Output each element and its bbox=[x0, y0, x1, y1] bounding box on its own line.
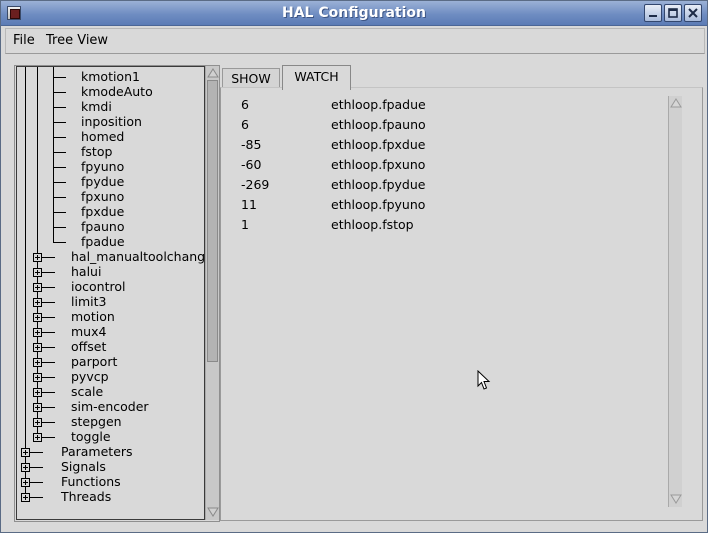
mouse-cursor-icon bbox=[477, 370, 491, 390]
tree-connector bbox=[53, 167, 66, 168]
expand-icon[interactable] bbox=[33, 433, 42, 442]
tree-item[interactable]: scale bbox=[71, 384, 103, 399]
minimize-icon bbox=[649, 15, 657, 17]
hal-configuration-window: HAL Configuration File Tree View kmotion… bbox=[0, 0, 708, 533]
watch-pin-name: ethloop.fpyuno bbox=[331, 197, 426, 212]
tree-item[interactable]: stepgen bbox=[71, 414, 122, 429]
expand-icon[interactable] bbox=[33, 373, 42, 382]
tab-watch[interactable]: WATCH bbox=[282, 65, 351, 90]
tree-connector bbox=[53, 182, 66, 183]
title-bar[interactable]: HAL Configuration bbox=[1, 1, 707, 26]
menu-tree-view[interactable]: Tree View bbox=[46, 33, 108, 48]
expand-icon[interactable] bbox=[33, 298, 42, 307]
maximize-icon bbox=[668, 8, 678, 18]
tree-item[interactable]: fpauno bbox=[81, 219, 125, 234]
tree-connector bbox=[53, 242, 66, 243]
watch-value: -85 bbox=[241, 137, 262, 152]
expand-icon[interactable] bbox=[21, 463, 30, 472]
tree-item[interactable]: fpxdue bbox=[81, 204, 124, 219]
expand-icon[interactable] bbox=[33, 343, 42, 352]
tree-item[interactable]: sim-encoder bbox=[71, 399, 149, 414]
tree-connector bbox=[53, 122, 66, 123]
scroll-up-arrow-icon[interactable] bbox=[207, 67, 219, 79]
tree-connector bbox=[25, 67, 26, 497]
tree-item[interactable]: homed bbox=[81, 129, 124, 144]
tree-item[interactable]: offset bbox=[71, 339, 106, 354]
tree-connector bbox=[53, 107, 66, 108]
expand-icon[interactable] bbox=[33, 403, 42, 412]
tree-item[interactable]: pyvcp bbox=[71, 369, 109, 384]
expand-icon[interactable] bbox=[33, 388, 42, 397]
watch-scrollbar[interactable] bbox=[668, 96, 682, 507]
minimize-button[interactable] bbox=[644, 4, 662, 22]
tree-item[interactable]: fpyuno bbox=[81, 159, 124, 174]
tree-item[interactable]: halui bbox=[71, 264, 101, 279]
expand-icon[interactable] bbox=[33, 328, 42, 337]
tree-item[interactable]: hal_manualtoolchange bbox=[71, 249, 204, 264]
tree-item[interactable]: fpxuno bbox=[81, 189, 124, 204]
tree-item[interactable]: mux4 bbox=[71, 324, 106, 339]
expand-icon[interactable] bbox=[33, 253, 42, 262]
watch-panel: 6 ethloop.fpadue 6 ethloop.fpauno -85 ethloop… bbox=[220, 87, 703, 521]
tree-connector bbox=[53, 77, 66, 78]
tree-item[interactable]: kmdi bbox=[81, 99, 112, 114]
tree-item[interactable]: toggle bbox=[71, 429, 111, 444]
scroll-down-arrow-icon[interactable] bbox=[207, 506, 219, 518]
tree-item[interactable]: Parameters bbox=[61, 444, 133, 459]
watch-value: 1 bbox=[241, 217, 249, 232]
watch-value: 11 bbox=[241, 197, 257, 212]
expand-icon[interactable] bbox=[33, 283, 42, 292]
tree-item[interactable]: inposition bbox=[81, 114, 142, 129]
tree-connector bbox=[53, 152, 66, 153]
tree-item[interactable]: kmotion1 bbox=[81, 69, 140, 84]
expand-icon[interactable] bbox=[33, 313, 42, 322]
watch-pin-name: ethloop.fpydue bbox=[331, 177, 426, 192]
tree-connector bbox=[53, 197, 66, 198]
watch-pin-name: ethloop.fstop bbox=[331, 217, 414, 232]
menu-bar: File Tree View bbox=[5, 28, 705, 54]
tree-item[interactable]: fpadue bbox=[81, 234, 125, 249]
watch-value: -60 bbox=[241, 157, 262, 172]
tree-item[interactable]: parport bbox=[71, 354, 117, 369]
close-button[interactable] bbox=[684, 4, 702, 22]
close-icon bbox=[688, 8, 698, 18]
tree-item[interactable]: motion bbox=[71, 309, 115, 324]
tree-connector bbox=[53, 92, 66, 93]
expand-icon[interactable] bbox=[21, 448, 30, 457]
watch-pin-name: ethloop.fpauno bbox=[331, 117, 426, 132]
expand-icon[interactable] bbox=[33, 358, 42, 367]
watch-value: 6 bbox=[241, 97, 249, 112]
tree-item[interactable]: Functions bbox=[61, 474, 121, 489]
tree-connector bbox=[53, 137, 66, 138]
watch-pin-name: ethloop.fpxdue bbox=[331, 137, 426, 152]
tree-scrollbar[interactable] bbox=[205, 66, 219, 520]
hal-tree[interactable]: kmotion1 kmodeAuto kmdi inposition homed fsto… bbox=[16, 66, 205, 520]
watch-pin-name: ethloop.fpadue bbox=[331, 97, 426, 112]
expand-icon[interactable] bbox=[33, 268, 42, 277]
tree-connector bbox=[53, 212, 66, 213]
tree-item[interactable]: fpydue bbox=[81, 174, 124, 189]
tree-item[interactable]: kmodeAuto bbox=[81, 84, 153, 99]
tree-item[interactable]: limit3 bbox=[71, 294, 106, 309]
expand-icon[interactable] bbox=[21, 493, 30, 502]
scroll-up-arrow-icon[interactable] bbox=[670, 97, 682, 109]
scroll-down-arrow-icon[interactable] bbox=[670, 493, 682, 505]
tree-scroll-thumb[interactable] bbox=[207, 80, 218, 362]
maximize-button[interactable] bbox=[664, 4, 682, 22]
tree-item[interactable]: iocontrol bbox=[71, 279, 125, 294]
expand-icon[interactable] bbox=[21, 478, 30, 487]
menu-file[interactable]: File bbox=[13, 33, 35, 48]
tree-connector bbox=[53, 67, 54, 242]
watch-value: -269 bbox=[241, 177, 270, 192]
watch-pin-name: ethloop.fpxuno bbox=[331, 157, 426, 172]
tree-item[interactable]: fstop bbox=[81, 144, 112, 159]
tree-item[interactable]: Signals bbox=[61, 459, 106, 474]
tree-connector bbox=[53, 227, 66, 228]
watch-value: 6 bbox=[241, 117, 249, 132]
tree-item[interactable]: Threads bbox=[61, 489, 111, 504]
window-title: HAL Configuration bbox=[282, 5, 426, 21]
expand-icon[interactable] bbox=[33, 418, 42, 427]
